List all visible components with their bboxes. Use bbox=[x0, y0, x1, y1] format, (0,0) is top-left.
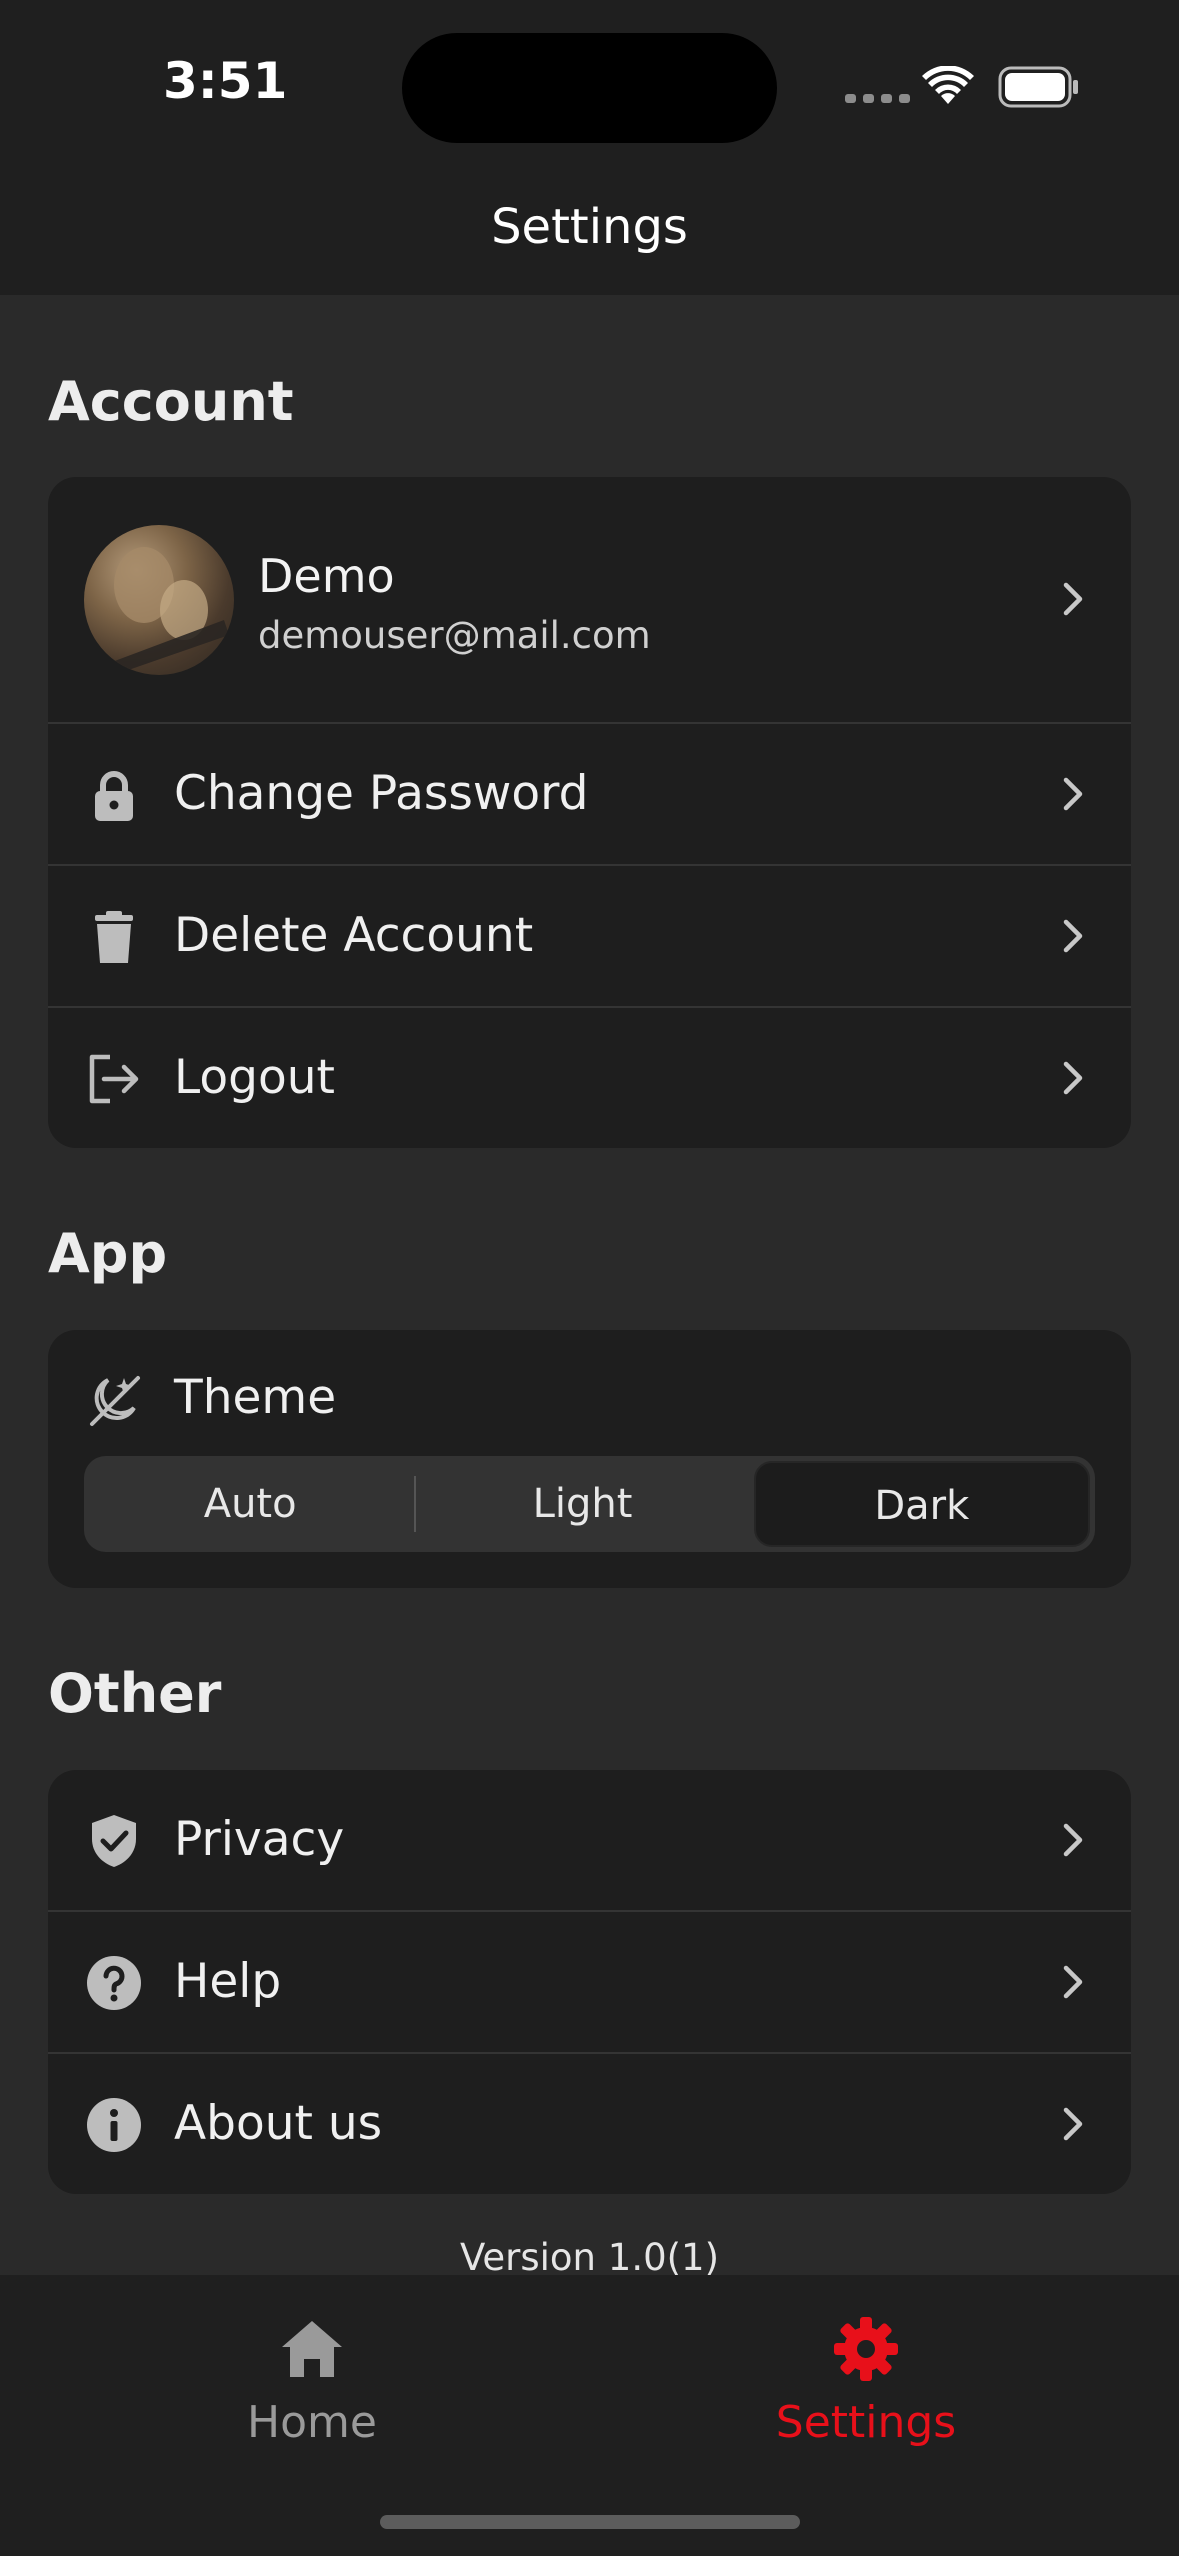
profile-row[interactable]: Demo demouser@mail.com bbox=[48, 477, 1131, 722]
theme-option-dark[interactable]: Dark bbox=[753, 1461, 1090, 1547]
chevron-right-icon bbox=[1063, 777, 1083, 811]
tab-settings[interactable]: Settings bbox=[716, 2315, 1016, 2448]
privacy-label: Privacy bbox=[174, 1812, 345, 1867]
section-title-other: Other bbox=[48, 1662, 222, 1725]
privacy-row[interactable]: Privacy bbox=[48, 1770, 1131, 1910]
about-us-label: About us bbox=[174, 2096, 383, 2151]
version-text: Version 1.0(1) bbox=[459, 2236, 720, 2279]
change-password-row[interactable]: Change Password bbox=[48, 722, 1131, 864]
profile-name: Demo bbox=[258, 549, 395, 603]
logout-label: Logout bbox=[174, 1050, 335, 1105]
chevron-right-icon bbox=[1063, 2107, 1083, 2141]
chevron-right-icon bbox=[1063, 1823, 1083, 1857]
chevron-right-icon bbox=[1063, 919, 1083, 953]
delete-account-label: Delete Account bbox=[174, 908, 534, 963]
chevron-right-icon bbox=[1063, 1061, 1083, 1095]
lock-icon bbox=[95, 771, 133, 821]
tab-home[interactable]: Home bbox=[162, 2315, 462, 2448]
status-time: 3:51 bbox=[163, 52, 288, 110]
delete-account-row[interactable]: Delete Account bbox=[48, 864, 1131, 1006]
theme-card: Theme Auto Light Dark bbox=[48, 1330, 1131, 1588]
logout-icon bbox=[89, 1054, 139, 1104]
tab-settings-label: Settings bbox=[775, 2397, 957, 2448]
page-title: Settings bbox=[491, 199, 688, 255]
help-icon bbox=[87, 1956, 141, 2010]
tab-home-label: Home bbox=[247, 2397, 377, 2448]
logout-row[interactable]: Logout bbox=[48, 1006, 1131, 1148]
section-title-account: Account bbox=[48, 370, 294, 433]
theme-icon bbox=[90, 1376, 140, 1426]
theme-segmented-control: Auto Light Dark bbox=[84, 1456, 1095, 1552]
home-icon bbox=[282, 2321, 342, 2377]
help-row[interactable]: Help bbox=[48, 1910, 1131, 2052]
battery-icon bbox=[998, 66, 1078, 108]
theme-option-light[interactable]: Light bbox=[416, 1456, 748, 1552]
account-card: Demo demouser@mail.com Change Password D… bbox=[48, 477, 1131, 1148]
status-bar: 3:51 bbox=[0, 0, 1179, 190]
profile-email: demouser@mail.com bbox=[258, 614, 651, 657]
shield-check-icon bbox=[92, 1815, 136, 1867]
info-icon bbox=[87, 2098, 141, 2152]
tab-bar: Home Settings bbox=[0, 2275, 1179, 2556]
trash-icon bbox=[95, 911, 133, 963]
home-indicator bbox=[380, 2515, 800, 2529]
theme-label: Theme bbox=[174, 1370, 337, 1425]
avatar bbox=[84, 525, 234, 675]
cellular-signal-icon bbox=[845, 94, 910, 103]
theme-option-auto[interactable]: Auto bbox=[84, 1456, 417, 1552]
chevron-right-icon bbox=[1063, 582, 1083, 616]
about-us-row[interactable]: About us bbox=[48, 2052, 1131, 2194]
chevron-right-icon bbox=[1063, 1965, 1083, 1999]
navigation-bar: Settings bbox=[0, 190, 1179, 295]
gear-icon bbox=[834, 2317, 898, 2381]
section-title-app: App bbox=[48, 1222, 168, 1285]
help-label: Help bbox=[174, 1954, 282, 2009]
dynamic-island bbox=[402, 33, 777, 143]
change-password-label: Change Password bbox=[174, 766, 589, 821]
wifi-icon bbox=[922, 66, 974, 104]
other-card: Privacy Help About us bbox=[48, 1770, 1131, 2194]
